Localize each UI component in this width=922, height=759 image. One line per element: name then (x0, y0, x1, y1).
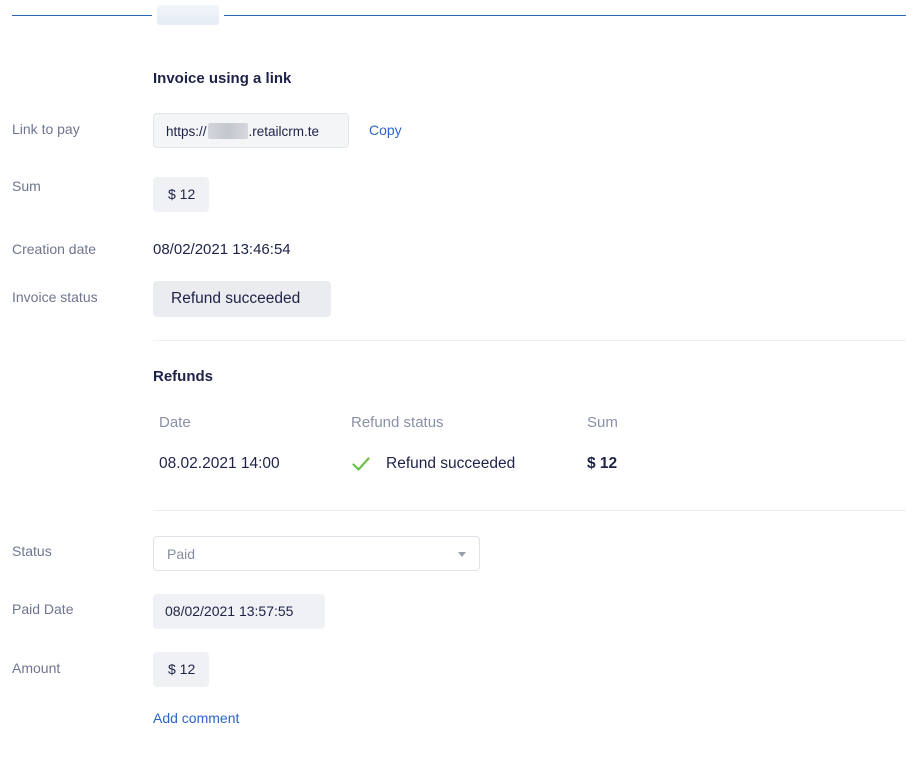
tab-blurred[interactable] (157, 5, 219, 25)
invoice-section-title: Invoice using a link (153, 70, 292, 87)
refunds-col-sum: Sum (587, 414, 618, 431)
status-label: Status (12, 543, 52, 559)
status-select[interactable]: Paid (153, 536, 480, 571)
paid-date-value: 08/02/2021 13:57:55 (153, 594, 325, 629)
copy-link-button[interactable]: Copy (369, 122, 402, 138)
sum-value: $ 12 (153, 177, 209, 212)
creation-date-label: Creation date (12, 241, 97, 257)
check-icon (352, 457, 370, 471)
payment-link-prefix: https:// (166, 124, 207, 139)
refunds-col-status: Refund status (351, 414, 444, 431)
header-line-right (224, 15, 906, 16)
header-line-left (12, 15, 152, 16)
refunds-section-title: Refunds (153, 368, 213, 385)
sum-label: Sum (12, 178, 41, 194)
add-comment-link[interactable]: Add comment (153, 710, 239, 726)
amount-value: $ 12 (153, 652, 209, 687)
creation-date-value: 08/02/2021 13:46:54 (153, 241, 291, 258)
refund-status: Refund succeeded (386, 455, 516, 472)
payment-link-field[interactable]: https:// .retailcrm.te (153, 113, 349, 148)
invoice-status-badge: Refund succeeded (153, 281, 331, 317)
invoice-status-label: Invoice status (12, 289, 98, 305)
status-select-value: Paid (167, 546, 196, 562)
chevron-down-icon (458, 552, 466, 557)
refund-sum: $ 12 (587, 455, 618, 472)
link-to-pay-label: Link to pay (12, 121, 80, 137)
paid-date-label: Paid Date (12, 601, 74, 617)
refunds-col-date: Date (159, 414, 191, 431)
section-divider (153, 510, 906, 511)
section-divider (153, 340, 906, 341)
amount-label: Amount (12, 660, 61, 676)
refund-date: 08.02.2021 14:00 (159, 455, 280, 472)
redacted-domain (207, 123, 248, 139)
payment-link-suffix: .retailcrm.te (248, 124, 320, 139)
